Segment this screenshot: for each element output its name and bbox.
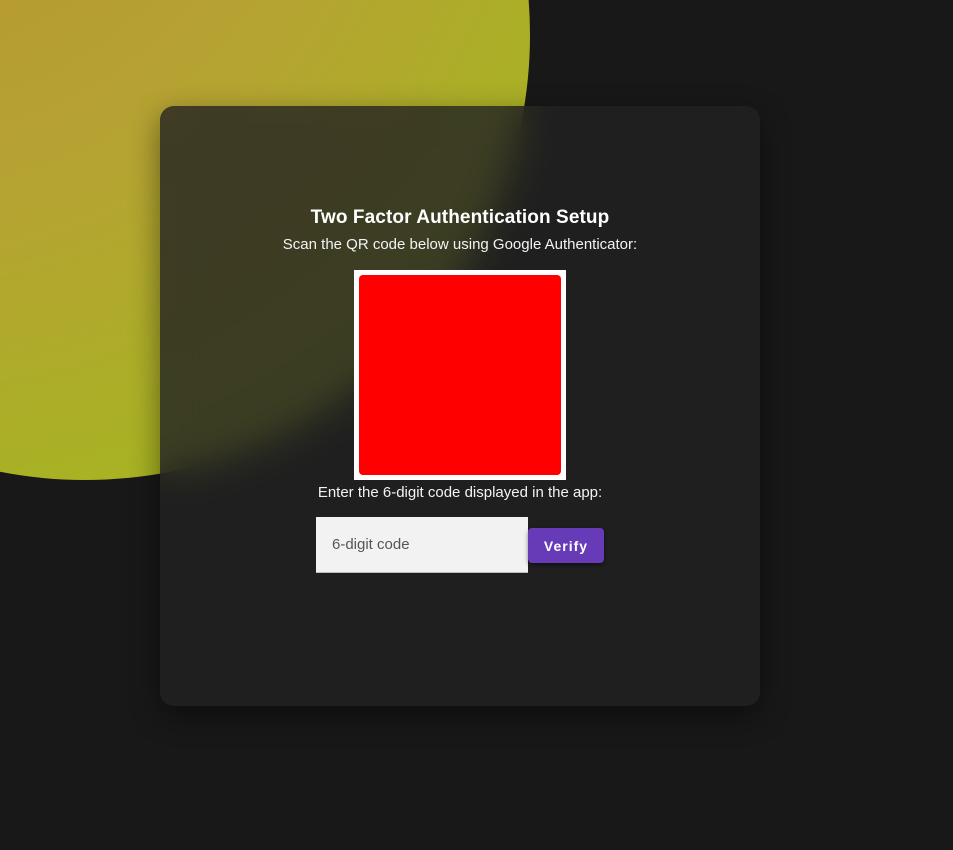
two-factor-page: Two Factor Authentication Setup Scan the… bbox=[0, 0, 953, 850]
card-content: Two Factor Authentication Setup Scan the… bbox=[160, 106, 760, 706]
code-field-container[interactable] bbox=[316, 517, 528, 573]
qr-instructions: Scan the QR code below using Google Auth… bbox=[282, 236, 638, 253]
code-input[interactable] bbox=[316, 517, 528, 572]
qr-code-frame bbox=[354, 270, 566, 480]
page-title: Two Factor Authentication Setup bbox=[310, 207, 610, 228]
code-instructions: Enter the 6-digit code displayed in the … bbox=[317, 484, 603, 501]
qr-code-icon bbox=[359, 275, 561, 475]
verify-button[interactable]: Verify bbox=[528, 528, 604, 563]
two-factor-card: Two Factor Authentication Setup Scan the… bbox=[160, 106, 760, 706]
